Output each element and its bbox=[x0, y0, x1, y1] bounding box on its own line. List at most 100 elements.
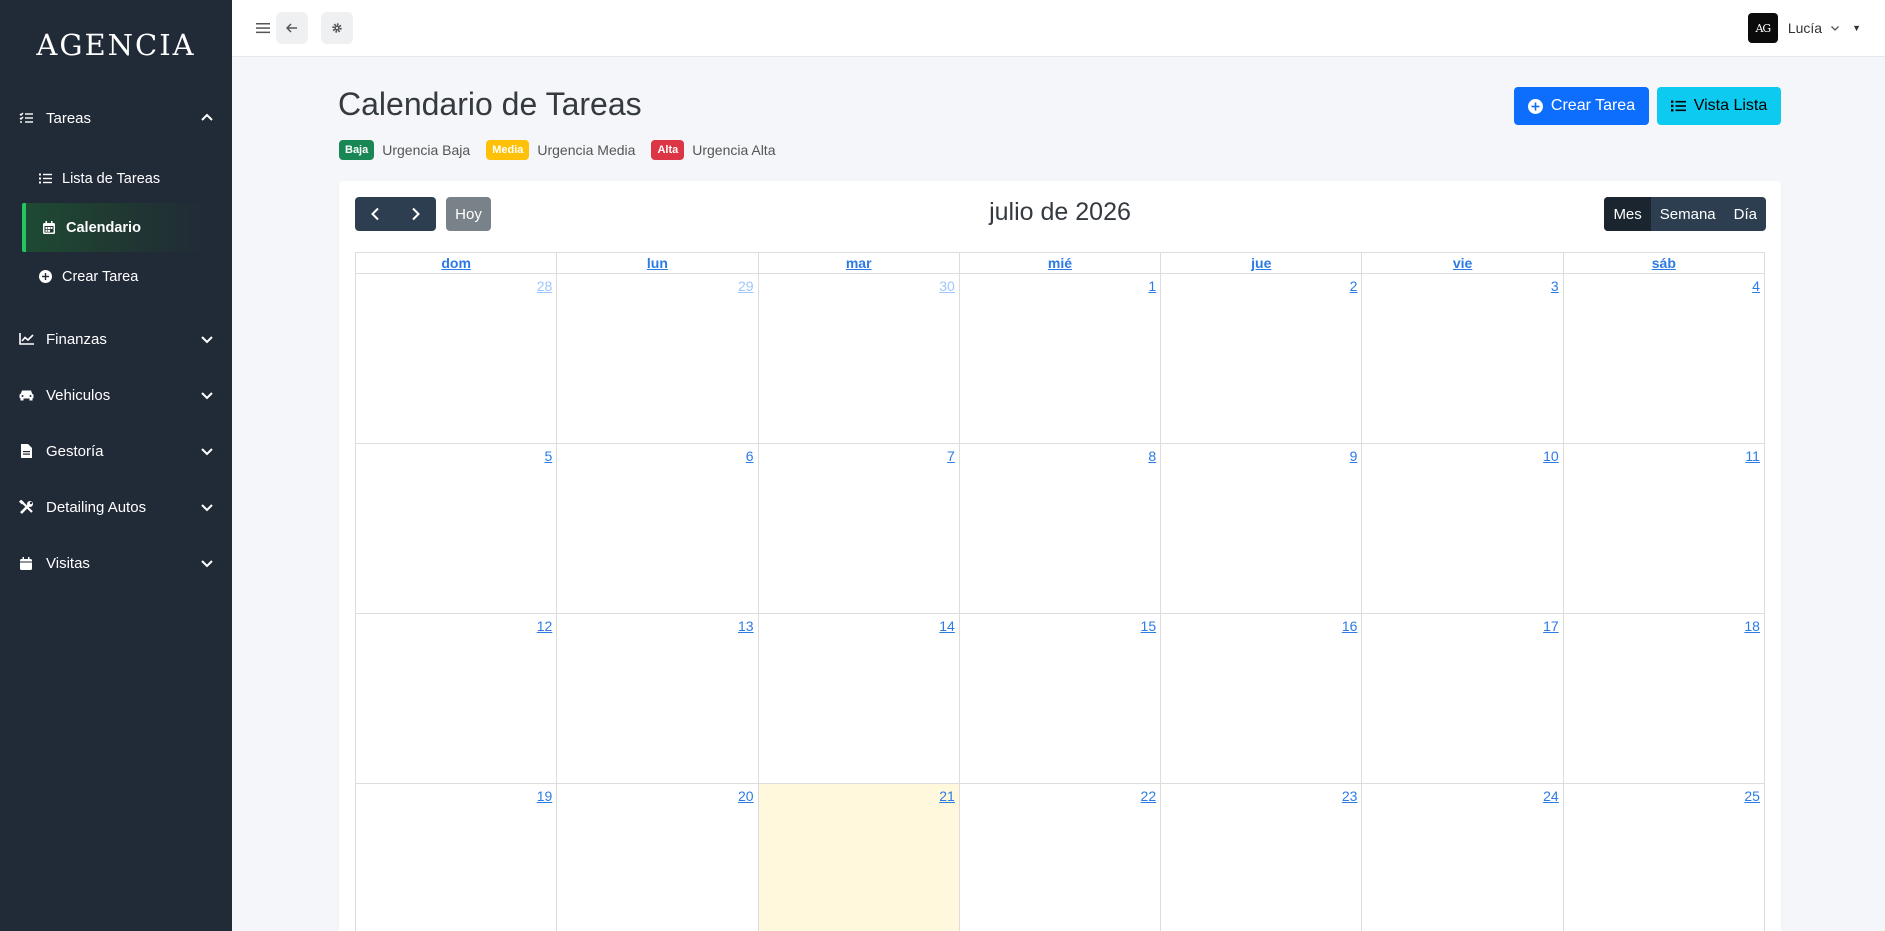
today-button[interactable]: Hoy bbox=[446, 197, 491, 231]
weekday-1[interactable]: lun bbox=[557, 253, 759, 274]
calendar-day-cell[interactable]: 24 bbox=[1362, 784, 1564, 931]
day-number-link[interactable]: 25 bbox=[1744, 788, 1760, 804]
weekday-3[interactable]: mié bbox=[959, 253, 1162, 274]
calendar-day-cell[interactable]: 9 bbox=[1161, 444, 1363, 614]
view-week-button[interactable]: Semana bbox=[1651, 197, 1725, 231]
sidebar-item-visitas[interactable]: Visitas bbox=[0, 535, 232, 591]
day-number-link[interactable]: 5 bbox=[544, 448, 552, 464]
day-number-link[interactable]: 24 bbox=[1543, 788, 1559, 804]
day-number-link[interactable]: 9 bbox=[1350, 448, 1358, 464]
day-number-link[interactable]: 3 bbox=[1551, 278, 1559, 294]
calendar-day-cell[interactable]: 14 bbox=[758, 614, 960, 784]
sidebar-item-label: Crear Tarea bbox=[62, 268, 139, 285]
chevron-down-icon bbox=[201, 392, 213, 400]
sidebar-submenu-tareas: Lista de Tareas Calendario Crear Tarea bbox=[0, 146, 232, 311]
day-number-link[interactable]: 17 bbox=[1543, 618, 1559, 634]
calendar-day-cell[interactable]: 1 bbox=[959, 274, 1162, 444]
day-number-link[interactable]: 14 bbox=[939, 618, 955, 634]
view-month-button[interactable]: Mes bbox=[1604, 197, 1651, 231]
day-number-link[interactable]: 10 bbox=[1543, 448, 1559, 464]
day-number-link[interactable]: 23 bbox=[1342, 788, 1358, 804]
weekday-6[interactable]: sáb bbox=[1563, 253, 1765, 274]
sidebar-item-detailing-autos[interactable]: Detailing Autos bbox=[0, 479, 232, 535]
calendar-day-cell[interactable]: 28 bbox=[356, 274, 558, 444]
badge-baja: Baja bbox=[339, 140, 375, 160]
day-number-link[interactable]: 21 bbox=[939, 788, 955, 804]
calendar-day-cell[interactable]: 11 bbox=[1563, 444, 1765, 614]
prev-month-button[interactable] bbox=[355, 197, 396, 231]
calendar-day-cell[interactable]: 5 bbox=[356, 444, 558, 614]
sidebar-item-gestoria[interactable]: Gestoría bbox=[0, 423, 232, 479]
menu-toggle-button[interactable] bbox=[252, 12, 274, 44]
calendar-day-cell[interactable]: 30 bbox=[758, 274, 960, 444]
weekday-2[interactable]: mar bbox=[758, 253, 960, 274]
weekday-0[interactable]: dom bbox=[356, 253, 558, 274]
calendar-icon bbox=[42, 221, 56, 235]
calendar-day-cell[interactable]: 25 bbox=[1564, 784, 1765, 931]
list-icon bbox=[38, 172, 52, 186]
day-number-link[interactable]: 11 bbox=[1745, 448, 1760, 464]
settings-button[interactable] bbox=[321, 12, 353, 44]
day-number-link[interactable]: 7 bbox=[947, 448, 955, 464]
calendar-day-cell[interactable]: 7 bbox=[758, 444, 960, 614]
calendar-day-cell[interactable]: 23 bbox=[1161, 784, 1363, 931]
sidebar-item-calendario[interactable]: Calendario bbox=[22, 203, 210, 252]
calendar-day-cell[interactable]: 4 bbox=[1563, 274, 1765, 444]
calendar-day-cell[interactable]: 13 bbox=[557, 614, 759, 784]
list-view-label: Vista Lista bbox=[1693, 97, 1768, 114]
back-button[interactable] bbox=[276, 12, 308, 44]
day-number-link[interactable]: 16 bbox=[1342, 618, 1358, 634]
user-menu[interactable]: AG Lucía ▼ bbox=[1747, 13, 1861, 43]
day-number-link[interactable]: 30 bbox=[939, 278, 955, 294]
day-number-link[interactable]: 28 bbox=[537, 278, 553, 294]
legend-label-alta: Urgencia Alta bbox=[692, 142, 776, 158]
calendar-day-cell[interactable]: 29 bbox=[557, 274, 759, 444]
tools-icon bbox=[18, 499, 34, 515]
calendar-day-cell[interactable]: 2 bbox=[1161, 274, 1363, 444]
calendar-day-cell[interactable]: 3 bbox=[1362, 274, 1564, 444]
sidebar-item-lista-de-tareas[interactable]: Lista de Tareas bbox=[0, 154, 232, 203]
calendar-day-cell[interactable]: 17 bbox=[1362, 614, 1564, 784]
create-task-button[interactable]: Crear Tarea bbox=[1514, 87, 1649, 125]
day-number-link[interactable]: 8 bbox=[1148, 448, 1156, 464]
sidebar-item-tareas[interactable]: Tareas bbox=[0, 90, 232, 146]
calendar-day-cell-today[interactable]: 21 bbox=[758, 784, 960, 931]
weekday-5[interactable]: vie bbox=[1362, 253, 1564, 274]
day-number-link[interactable]: 15 bbox=[1141, 618, 1157, 634]
next-month-button[interactable] bbox=[396, 197, 437, 231]
sidebar-item-crear-tarea[interactable]: Crear Tarea bbox=[0, 252, 232, 301]
calendar-day-cell[interactable]: 6 bbox=[557, 444, 759, 614]
calendar-day-cell[interactable]: 8 bbox=[959, 444, 1162, 614]
list-check-icon bbox=[18, 110, 34, 126]
calendar-week-row: 19 20 21 22 23 24 25 bbox=[356, 784, 1765, 931]
day-number-link[interactable]: 20 bbox=[738, 788, 754, 804]
chevron-right-icon bbox=[412, 207, 420, 221]
list-view-button[interactable]: Vista Lista bbox=[1657, 87, 1781, 125]
view-day-button[interactable]: Día bbox=[1725, 197, 1766, 231]
calendar-day-cell[interactable]: 18 bbox=[1563, 614, 1765, 784]
calendar-day-cell[interactable]: 22 bbox=[960, 784, 1162, 931]
day-number-link[interactable]: 19 bbox=[537, 788, 553, 804]
day-number-link[interactable]: 1 bbox=[1148, 278, 1156, 294]
day-number-link[interactable]: 13 bbox=[738, 618, 754, 634]
day-number-link[interactable]: 2 bbox=[1350, 278, 1358, 294]
day-number-link[interactable]: 22 bbox=[1141, 788, 1157, 804]
sidebar-item-vehiculos[interactable]: Vehiculos bbox=[0, 367, 232, 423]
calendar-day-cell[interactable]: 19 bbox=[356, 784, 558, 931]
calendar-day-cell[interactable]: 16 bbox=[1161, 614, 1363, 784]
calendar-day-cell[interactable]: 15 bbox=[959, 614, 1162, 784]
chevron-down-icon bbox=[201, 560, 213, 568]
day-number-link[interactable]: 12 bbox=[537, 618, 553, 634]
day-number-link[interactable]: 4 bbox=[1752, 278, 1760, 294]
calendar-day-cell[interactable]: 10 bbox=[1362, 444, 1564, 614]
calendar-day-cell[interactable]: 20 bbox=[557, 784, 759, 931]
sidebar: AGENCIA Tareas Lista de Tareas Calendari… bbox=[0, 0, 232, 931]
sidebar-item-label: Calendario bbox=[66, 219, 141, 236]
weekday-4[interactable]: jue bbox=[1161, 253, 1363, 274]
calendar-day-cell[interactable]: 12 bbox=[356, 614, 558, 784]
sidebar-item-finanzas[interactable]: Finanzas bbox=[0, 311, 232, 367]
day-number-link[interactable]: 6 bbox=[746, 448, 754, 464]
day-number-link[interactable]: 18 bbox=[1744, 618, 1760, 634]
day-number-link[interactable]: 29 bbox=[738, 278, 754, 294]
brand-logo[interactable]: AGENCIA bbox=[0, 0, 232, 90]
